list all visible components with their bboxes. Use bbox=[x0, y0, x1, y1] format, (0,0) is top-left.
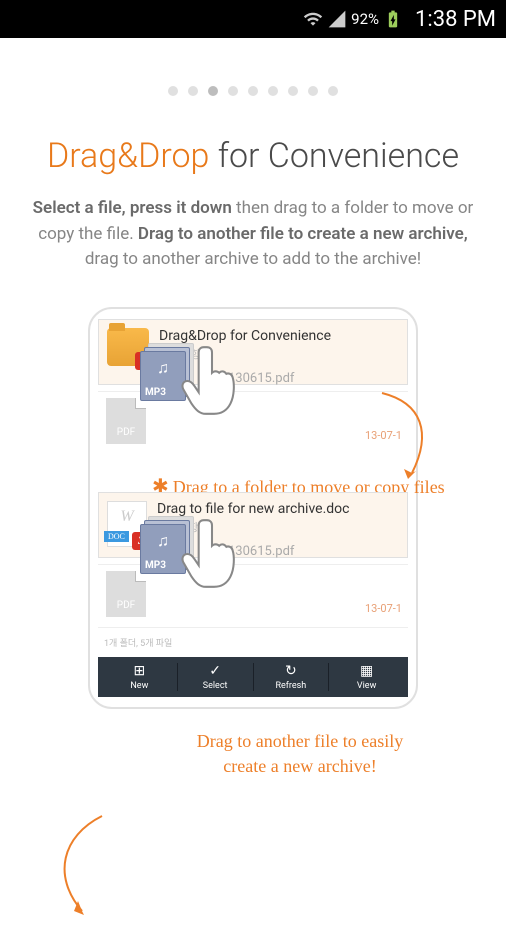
page-dot-4[interactable] bbox=[228, 86, 238, 96]
page-dot-8[interactable] bbox=[308, 86, 318, 96]
plus-icon: ⊞ bbox=[102, 663, 177, 679]
title-highlight: Drag&Drop bbox=[47, 136, 209, 176]
toolbar-refresh-button[interactable]: ↻ Refresh bbox=[254, 663, 330, 691]
annotation-2: Drag to another file to easily create a … bbox=[80, 729, 506, 779]
bottom-status-text: 1개 폴더, 5개 파일 bbox=[98, 627, 408, 651]
check-icon: ✓ bbox=[178, 663, 253, 679]
toolbar-select-label: Select bbox=[203, 681, 228, 691]
mp3-label: MP3 bbox=[145, 387, 181, 398]
doc-tag: DOC bbox=[104, 531, 129, 542]
toolbar-new-button[interactable]: ⊞ New bbox=[102, 663, 178, 691]
pagination-dots[interactable] bbox=[0, 86, 506, 96]
illustration-area: 3 Drag&Drop for Convenience 126개 항목 PDF … bbox=[0, 307, 506, 709]
mp3-label-2: MP3 bbox=[145, 560, 181, 571]
page-dot-7[interactable] bbox=[288, 86, 298, 96]
title-rest: for Convenience bbox=[209, 136, 459, 176]
page-dot-1[interactable] bbox=[168, 86, 178, 96]
toolbar-view-label: View bbox=[357, 681, 376, 691]
toolbar-view-button[interactable]: ▦ View bbox=[329, 663, 404, 691]
desc-bold-2: Drag to another file to create a new arc… bbox=[138, 224, 468, 244]
illustration-1: 3 Drag&Drop for Convenience 126개 항목 PDF … bbox=[98, 319, 408, 448]
desc-bold-1: Select a file, press it down bbox=[33, 198, 232, 218]
status-bar: 92% 1:38 PM bbox=[0, 0, 506, 38]
status-icons: 92% bbox=[303, 10, 403, 28]
drag-stack: ♫ MP3 bbox=[140, 351, 196, 407]
page-dot-9[interactable] bbox=[328, 86, 338, 96]
file-date-2: 13-07-1 bbox=[365, 602, 402, 615]
phone-frame: 3 Drag&Drop for Convenience 126개 항목 PDF … bbox=[88, 307, 418, 709]
toolbar-select-button[interactable]: ✓ Select bbox=[178, 663, 254, 691]
page-dot-6[interactable] bbox=[268, 86, 278, 96]
finger-icon bbox=[178, 339, 246, 421]
toolbar-new-label: New bbox=[130, 681, 148, 691]
page-dot-5[interactable] bbox=[248, 86, 258, 96]
page-description: Select a file, press it down then drag t… bbox=[0, 196, 506, 273]
music-note-icon-2: ♫ bbox=[145, 531, 181, 551]
arrow-2-icon bbox=[42, 806, 122, 926]
refresh-icon: ↻ bbox=[254, 663, 329, 679]
battery-percent: 92% bbox=[351, 10, 379, 28]
illustration-2: W DOC 3 Drag to file for new archive.doc… bbox=[98, 492, 408, 697]
grid-icon: ▦ bbox=[329, 663, 404, 679]
page-title: Drag&Drop for Convenience bbox=[0, 136, 506, 176]
battery-icon bbox=[383, 10, 403, 28]
desc-plain-2: drag to another archive to add to the ar… bbox=[85, 249, 421, 269]
wifi-icon bbox=[303, 10, 323, 28]
toolbar-refresh-label: Refresh bbox=[275, 681, 306, 691]
cell-signal-icon bbox=[327, 10, 347, 28]
page-dot-3[interactable] bbox=[208, 86, 218, 96]
finger-icon-2 bbox=[178, 512, 246, 594]
music-note-icon: ♫ bbox=[145, 358, 181, 378]
bottom-toolbar: ⊞ New ✓ Select ↻ Refresh ▦ View bbox=[98, 657, 408, 697]
clock-time: 1:38 PM bbox=[415, 7, 496, 32]
page-dot-2[interactable] bbox=[188, 86, 198, 96]
drag-stack-2: ♫ MP3 bbox=[140, 524, 196, 580]
